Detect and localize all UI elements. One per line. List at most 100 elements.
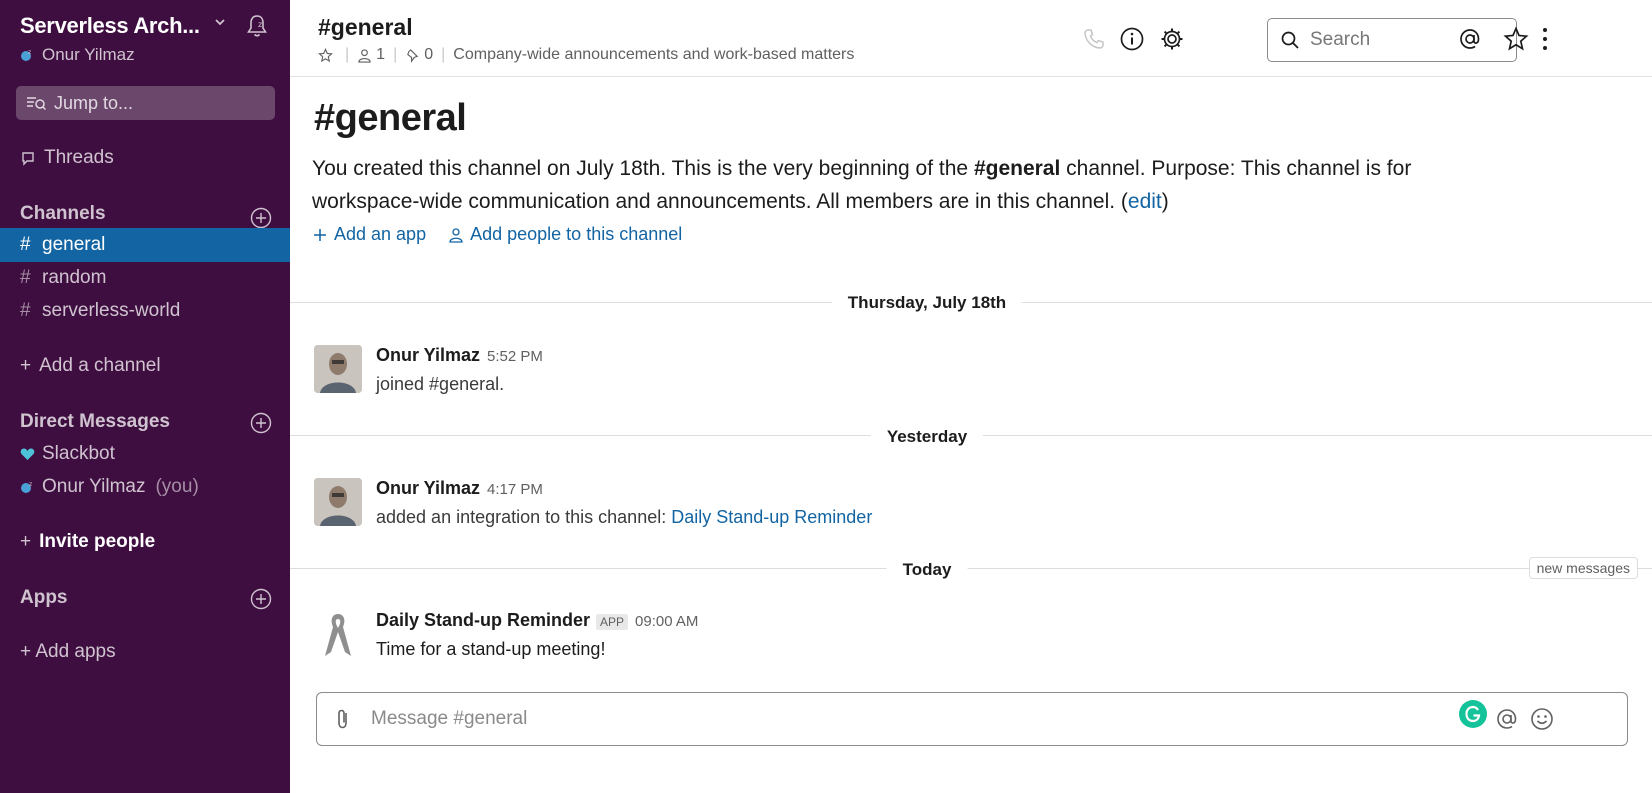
message-timestamp[interactable]: 4:17 PM [487, 481, 543, 498]
member-icon[interactable] [357, 48, 372, 63]
pin-icon[interactable] [405, 48, 420, 63]
message-composer [316, 692, 1628, 746]
svg-text:z: z [28, 49, 31, 56]
avatar[interactable] [314, 345, 362, 393]
day-divider-label[interactable]: Today [886, 560, 968, 580]
add-channel-plus-icon[interactable] [250, 207, 272, 229]
presence-away-icon: z [21, 481, 32, 493]
message-timestamp[interactable]: 5:52 PM [487, 348, 543, 365]
message-text-part: added an integration to this channel: [376, 507, 672, 527]
workspace-name[interactable]: Serverless Arch... [20, 13, 200, 39]
direct-messages-header[interactable]: Direct Messages [20, 411, 170, 433]
sidebar-item-label: random [42, 267, 107, 288]
jump-to-icon [27, 97, 46, 111]
day-divider-label[interactable]: Thursday, July 18th [831, 293, 1023, 313]
day-divider-line [290, 568, 1652, 569]
sidebar-item-serverless-world[interactable]: # serverless-world [0, 294, 290, 328]
search-icon [1281, 31, 1299, 49]
search-placeholder: Search [1310, 29, 1371, 50]
channel-intro-title: #general [314, 97, 467, 139]
edit-purpose-link[interactable]: edit [1128, 190, 1162, 213]
gear-icon[interactable] [1159, 26, 1185, 52]
jump-to-button[interactable]: Jump to... [16, 86, 275, 120]
intro-text-part: ) [1161, 190, 1169, 213]
sidebar-item-label: Onur Yilmaz [42, 476, 146, 497]
message-text: joined #general. [376, 374, 505, 394]
svg-text:z: z [29, 481, 32, 488]
threads-icon [22, 152, 34, 166]
mentions-at-icon[interactable] [1457, 26, 1483, 52]
notifications-bell-icon[interactable]: z [244, 13, 270, 39]
intro-text-part: You created this channel on July 18th. T… [312, 157, 974, 180]
channel-topic[interactable]: Company-wide announcements and work-base… [453, 46, 854, 64]
intro-channel-name[interactable]: #general [974, 157, 1060, 180]
member-count[interactable]: 1 [376, 46, 385, 64]
day-divider-label[interactable]: Yesterday [870, 427, 984, 447]
pin-count[interactable]: 0 [424, 46, 433, 64]
message-input[interactable] [371, 693, 1451, 745]
sidebar: Serverless Arch... z z Onur Yilmaz Jump … [0, 0, 290, 793]
you-suffix: (you) [155, 476, 199, 497]
add-app-plus-icon[interactable] [250, 588, 272, 610]
sidebar-item-general[interactable]: # general [0, 228, 290, 262]
add-channel-label: Add a channel [39, 355, 161, 376]
hash-icon: # [20, 234, 31, 255]
sidebar-item-random[interactable]: # random [0, 261, 290, 295]
message-header: Onur Yilmaz 5:52 PM [376, 345, 543, 366]
add-people-label: Add people to this channel [470, 224, 683, 244]
plus-icon: + [20, 531, 32, 552]
invite-people-button[interactable]: + Invite people [0, 525, 290, 559]
plus-icon: + [20, 355, 32, 376]
new-messages-badge[interactable]: new messages [1528, 557, 1638, 579]
grammarly-icon[interactable] [1459, 700, 1487, 728]
sidebar-item-slackbot[interactable]: Slackbot [0, 437, 290, 471]
add-people-link[interactable]: Add people to this channel [448, 224, 682, 245]
channel-intro-text: You created this channel on July 18th. T… [312, 152, 1512, 218]
presence-away-icon: z [21, 49, 31, 61]
app-avatar[interactable] [314, 610, 362, 658]
add-apps-label: + Add apps [20, 641, 116, 662]
sidebar-item-onur-yilmaz[interactable]: z Onur Yilmaz (you) [0, 470, 290, 504]
mention-at-icon[interactable] [1494, 706, 1520, 732]
hash-icon: # [20, 300, 31, 321]
chevron-down-icon[interactable] [214, 16, 226, 28]
channel-intro-actions: Add an app Add people to this channel [312, 224, 704, 245]
sidebar-item-threads[interactable]: Threads [0, 141, 290, 175]
person-icon [449, 227, 463, 243]
add-channel-button[interactable]: + Add a channel [0, 349, 290, 383]
ribbon-icon [325, 614, 351, 656]
add-apps-button[interactable]: + Add apps [0, 635, 290, 669]
plus-icon [314, 228, 326, 241]
message-author[interactable]: Onur Yilmaz [376, 345, 480, 366]
channels-header[interactable]: Channels [20, 203, 106, 225]
info-icon[interactable] [1119, 26, 1145, 52]
emoji-icon[interactable] [1529, 706, 1555, 732]
channel-title[interactable]: #general [318, 14, 413, 41]
app-badge: APP [596, 614, 629, 630]
jump-to-label: Jump to... [54, 92, 134, 113]
message-header: Daily Stand-up Reminder APP 09:00 AM [376, 610, 698, 631]
workspace-user-name: Onur Yilmaz [42, 45, 135, 64]
invite-people-label: Invite people [39, 531, 156, 552]
message-author[interactable]: Daily Stand-up Reminder [376, 610, 590, 631]
channel-meta: | 1 | 0 | Company-wide announcements and… [318, 46, 854, 64]
hash-icon: # [20, 267, 31, 288]
message-header: Onur Yilmaz 4:17 PM [376, 478, 543, 499]
add-dm-plus-icon[interactable] [250, 412, 272, 434]
apps-header[interactable]: Apps [20, 587, 68, 609]
avatar[interactable] [314, 478, 362, 526]
sidebar-item-label: Threads [44, 147, 114, 168]
add-app-link[interactable]: Add an app [312, 224, 426, 245]
workspace-user[interactable]: z Onur Yilmaz [20, 45, 135, 65]
paperclip-icon[interactable] [331, 707, 355, 731]
message-pane: #general You created this channel on Jul… [290, 78, 1652, 793]
message-text: Time for a stand-up meeting! [376, 639, 606, 659]
more-vertical-icon[interactable] [1538, 26, 1552, 52]
phone-icon[interactable] [1081, 26, 1107, 52]
integration-link[interactable]: Daily Stand-up Reminder [671, 507, 872, 527]
star-icon[interactable] [318, 47, 333, 63]
message-author[interactable]: Onur Yilmaz [376, 478, 480, 499]
starred-items-icon[interactable] [1503, 26, 1529, 52]
sidebar-item-label: serverless-world [42, 300, 181, 321]
message-timestamp[interactable]: 09:00 AM [635, 613, 698, 630]
